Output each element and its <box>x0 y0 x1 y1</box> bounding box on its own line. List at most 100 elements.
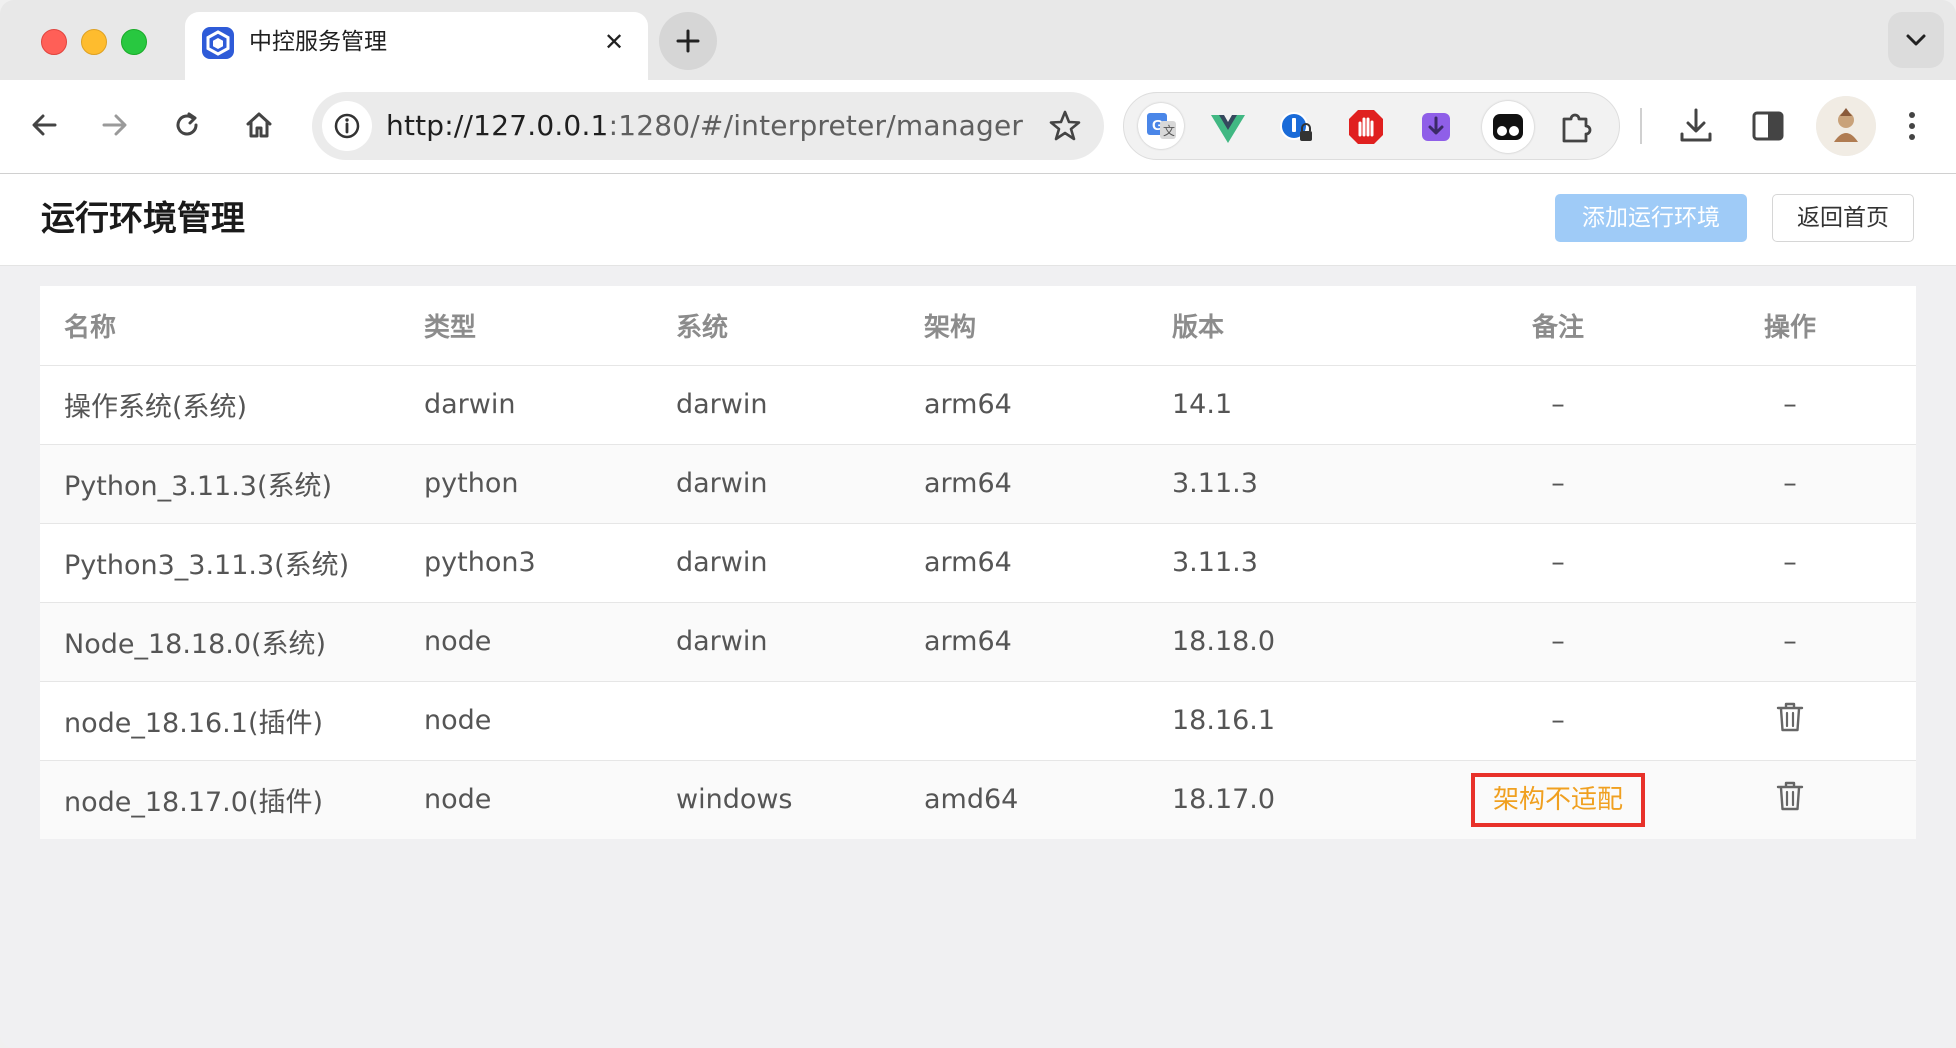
new-tab-button[interactable] <box>659 12 717 70</box>
cell-name: Node_18.18.0(系统) <box>40 602 400 682</box>
cell-note: – <box>1452 444 1664 524</box>
cell-arch <box>900 681 1148 761</box>
delete-trash-icon[interactable] <box>1775 780 1805 819</box>
cell-version: 18.16.1 <box>1148 681 1452 761</box>
url-host: http://127.0.0.1 <box>386 109 609 142</box>
cell-type: node <box>400 681 652 761</box>
table-row: node_18.17.0(插件) node windows amd64 18.1… <box>40 760 1916 839</box>
cell-arch: arm64 <box>900 444 1148 524</box>
cell-version: 14.1 <box>1148 365 1452 445</box>
cell-action: – <box>1664 523 1916 603</box>
svg-text:文: 文 <box>1163 123 1175 138</box>
bookmark-star-icon[interactable] <box>1048 109 1082 143</box>
maximize-window-button[interactable] <box>121 29 147 55</box>
cell-arch: arm64 <box>900 523 1148 603</box>
table-row: Node_18.18.0(系统) node darwin arm64 18.18… <box>40 602 1916 682</box>
address-bar[interactable]: http://127.0.0.1:1280/#/interpreter/mana… <box>312 92 1104 160</box>
cell-name: 操作系统(系统) <box>40 365 400 445</box>
cell-arch: arm64 <box>900 602 1148 682</box>
side-panel-icon[interactable] <box>1746 104 1790 148</box>
cell-action <box>1664 681 1916 761</box>
header-version: 版本 <box>1148 286 1452 366</box>
close-window-button[interactable] <box>41 29 67 55</box>
cell-type: darwin <box>400 365 652 445</box>
minimize-window-button[interactable] <box>81 29 107 55</box>
tab-title: 中控服务管理 <box>249 29 387 55</box>
back-home-button[interactable]: 返回首页 <box>1772 194 1914 242</box>
tab-strip: 中控服务管理 ✕ <box>0 0 1956 80</box>
cell-system: windows <box>652 760 900 839</box>
adblock-icon[interactable] <box>1346 107 1386 147</box>
google-translate-icon[interactable]: G 文 <box>1138 103 1184 149</box>
cell-note: – <box>1452 523 1664 603</box>
cell-system: darwin <box>652 365 900 445</box>
cell-action: – <box>1664 444 1916 524</box>
downloader-icon[interactable] <box>1416 107 1456 147</box>
cell-name: Python3_3.11.3(系统) <box>40 523 400 603</box>
cell-version: 3.11.3 <box>1148 444 1452 524</box>
forward-arrow-icon[interactable] <box>92 102 138 148</box>
site-favicon-icon <box>202 27 234 59</box>
cell-action: – <box>1664 602 1916 682</box>
cell-arch: amd64 <box>900 760 1148 839</box>
header-note: 备注 <box>1452 286 1664 366</box>
table-row: Python3_3.11.3(系统) python3 darwin arm64 … <box>40 523 1916 603</box>
toolbar-divider <box>1640 108 1642 144</box>
cell-system: darwin <box>652 444 900 524</box>
table-row: 操作系统(系统) darwin darwin arm64 14.1 – – <box>40 365 1916 445</box>
header-action: 操作 <box>1664 286 1916 366</box>
page-title: 运行环境管理 <box>41 199 245 239</box>
url-path: :1280/#/interpreter/manager <box>608 109 1024 142</box>
add-environment-button[interactable]: 添加运行环境 <box>1555 194 1747 242</box>
table-header-row: 名称 类型 系统 架构 版本 备注 操作 <box>40 286 1916 366</box>
extensions-puzzle-icon[interactable] <box>1556 107 1596 147</box>
back-arrow-icon[interactable] <box>21 102 67 148</box>
extensions-group: G 文 <box>1123 92 1620 160</box>
browser-menu-icon[interactable] <box>1890 104 1934 148</box>
header-arch: 架构 <box>900 286 1148 366</box>
cell-arch: arm64 <box>900 365 1148 445</box>
cell-system: darwin <box>652 523 900 603</box>
cell-note: – <box>1452 681 1664 761</box>
cell-action <box>1664 760 1916 839</box>
page-header: 运行环境管理 添加运行环境 返回首页 <box>0 174 1956 266</box>
tab-search-button[interactable] <box>1888 12 1944 68</box>
environment-table: 名称 类型 系统 架构 版本 备注 操作 操作系统(系统) darwin dar… <box>40 286 1916 839</box>
delete-trash-icon[interactable] <box>1775 701 1805 740</box>
profile-avatar[interactable] <box>1816 96 1876 156</box>
cell-system <box>652 681 900 761</box>
cell-note: – <box>1452 602 1664 682</box>
cell-version: 18.18.0 <box>1148 602 1452 682</box>
cell-note: – <box>1452 365 1664 445</box>
reload-icon[interactable] <box>164 102 210 148</box>
tampermonkey-icon[interactable] <box>1482 101 1534 153</box>
url-text[interactable]: http://127.0.0.1:1280/#/interpreter/mana… <box>386 108 1023 144</box>
cell-action: – <box>1664 365 1916 445</box>
cell-version: 3.11.3 <box>1148 523 1452 603</box>
cell-name: Python_3.11.3(系统) <box>40 444 400 524</box>
cell-version: 18.17.0 <box>1148 760 1452 839</box>
header-system: 系统 <box>652 286 900 366</box>
download-icon[interactable] <box>1674 104 1718 148</box>
cell-system: darwin <box>652 602 900 682</box>
header-name: 名称 <box>40 286 400 366</box>
cell-name: node_18.16.1(插件) <box>40 681 400 761</box>
table-row: node_18.16.1(插件) node 18.16.1 – <box>40 681 1916 761</box>
browser-toolbar: http://127.0.0.1:1280/#/interpreter/mana… <box>0 80 1956 174</box>
site-info-icon[interactable] <box>322 101 372 151</box>
header-type: 类型 <box>400 286 652 366</box>
cell-type: python3 <box>400 523 652 603</box>
vue-devtools-icon[interactable] <box>1208 107 1248 147</box>
password-manager-icon[interactable] <box>1276 107 1316 147</box>
cell-type: node <box>400 602 652 682</box>
cell-type: python <box>400 444 652 524</box>
home-icon[interactable] <box>236 102 282 148</box>
table-row: Python_3.11.3(系统) python darwin arm64 3.… <box>40 444 1916 524</box>
tab-close-icon[interactable]: ✕ <box>598 26 630 58</box>
page-content: 运行环境管理 添加运行环境 返回首页 名称 类型 系统 架构 版本 备注 操作 … <box>0 174 1956 1048</box>
cell-name: node_18.17.0(插件) <box>40 760 400 839</box>
browser-window: 中控服务管理 ✕ http://127.0.0.1:1280/#/interpr… <box>0 0 1956 1048</box>
arch-mismatch-warning: 架构不适配 <box>1470 772 1645 827</box>
browser-tab-active[interactable]: 中控服务管理 ✕ <box>185 12 648 80</box>
cell-type: node <box>400 760 652 839</box>
